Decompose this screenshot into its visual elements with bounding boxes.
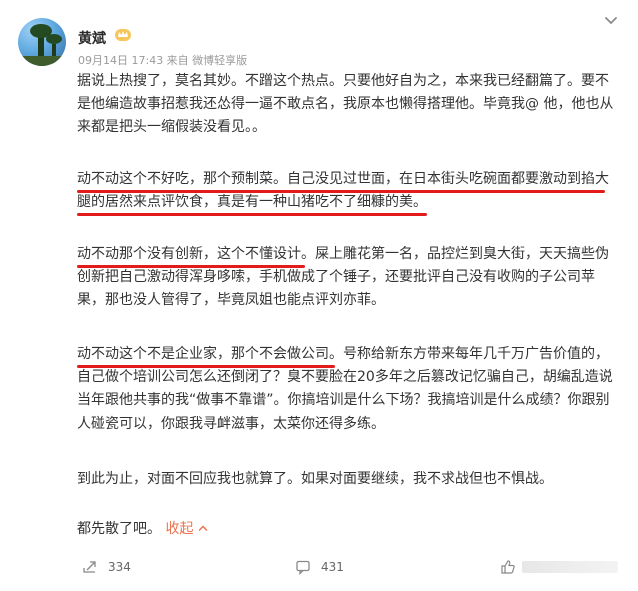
text-line: 到此为止，对面不回应我也就算了。如果对面要继续，我不求战但也不惧战。: [77, 471, 553, 487]
text-line: 创新把自己激动得浑身哆嗦，手机做成了个锤子，还要批评自己没有收购的子公司苹: [77, 269, 595, 286]
collapse-link[interactable]: 收起: [165, 521, 208, 537]
highlight-underline: [77, 265, 305, 268]
text-line: 都先散了吧。: [77, 521, 161, 537]
text-line: 是他编造故事招惹我还怂得一逼不敢点名，我原本也懒得搭理他。毕竟我@ 他，他也从: [77, 96, 614, 113]
post-paragraph: 到此为止，对面不回应我也就算了。如果对面要继续，我不求战但也不惧战。: [77, 468, 622, 491]
chevron-down-icon[interactable]: [604, 16, 618, 26]
highlight-underline: [77, 365, 335, 368]
repost-count: 334: [108, 560, 131, 574]
text-line: 自己做个培训公司怎么还倒闭了？臭不要脸在20多年之后篡改记忆骗自己，胡编乱造说: [77, 369, 613, 386]
text-line: 来都是把头一缩假装没看见。。: [77, 119, 266, 136]
highlight-underline: [77, 213, 427, 216]
like-icon[interactable]: [500, 559, 516, 575]
avatar[interactable]: [18, 18, 66, 66]
collapse-label: 收起: [165, 521, 194, 537]
comment-count: 431: [321, 560, 344, 574]
repost-icon[interactable]: [82, 559, 98, 575]
post-paragraph: 据说上热搜了，莫名其妙。不蹭这个热点。只要他好自为之，本来我已经翻篇了。要不 是…: [77, 70, 622, 140]
text-line: 动不动这个不好吃，那个预制菜。自己没见过世面，在日本街头吃碗面都要激动到掐大: [77, 171, 609, 187]
author-name[interactable]: 黄斌: [78, 28, 106, 48]
text-line: 据说上热搜了，莫名其妙。不蹭这个热点。只要他好自为之，本来我已经翻篇了。要不: [77, 73, 609, 89]
post-meta: 09月14日 17:43 来自 微博轻享版: [78, 54, 248, 67]
text-line: 腿的居然来点评饮食，真是有一种山猪吃不了细糠的美。: [77, 194, 427, 211]
post-paragraph: 动不动这个不是企业家，那个不会做公司。号称给新东方带来每年几千万广告价值的， 自…: [77, 343, 622, 436]
comment-icon[interactable]: [295, 559, 311, 575]
chevron-up-icon: [198, 525, 208, 531]
text-line: 动不动这个不是企业家，那个不会做公司。号称给新东方带来每年几千万广告价值的，: [77, 346, 609, 362]
text-line: 动不动那个没有创新，这个不懂设计。屎上雕花第一名，品控烂到臭大街，天天搞些伪: [77, 246, 609, 262]
text-line: 人碰瓷可以，你跟我寻衅滋事，太菜你还得多练。: [77, 415, 385, 432]
text-line: 果，那也没人管得了，毕竟凤姐也能点评刘亦菲。: [77, 292, 385, 309]
post-paragraph: 都先散了吧。 收起: [77, 518, 622, 541]
highlight-underline: [77, 190, 605, 193]
avatar-ground: [18, 56, 66, 66]
like-count-placeholder: [522, 561, 618, 573]
crown-badge-icon[interactable]: [114, 27, 132, 43]
post-actions: 334 431: [0, 556, 638, 580]
avatar-tree-crown: [46, 34, 62, 44]
text-line: 当年跟他共事的我“做事不靠谱”。你搞培训是什么下场？我搞培训是什么成绩？你跟别: [77, 392, 610, 409]
post-paragraph: 动不动那个没有创新，这个不懂设计。屎上雕花第一名，品控烂到臭大街，天天搞些伪 创…: [77, 243, 622, 313]
post-header: 黄斌 09月14日 17:43 来自 微博轻享版: [0, 0, 638, 70]
